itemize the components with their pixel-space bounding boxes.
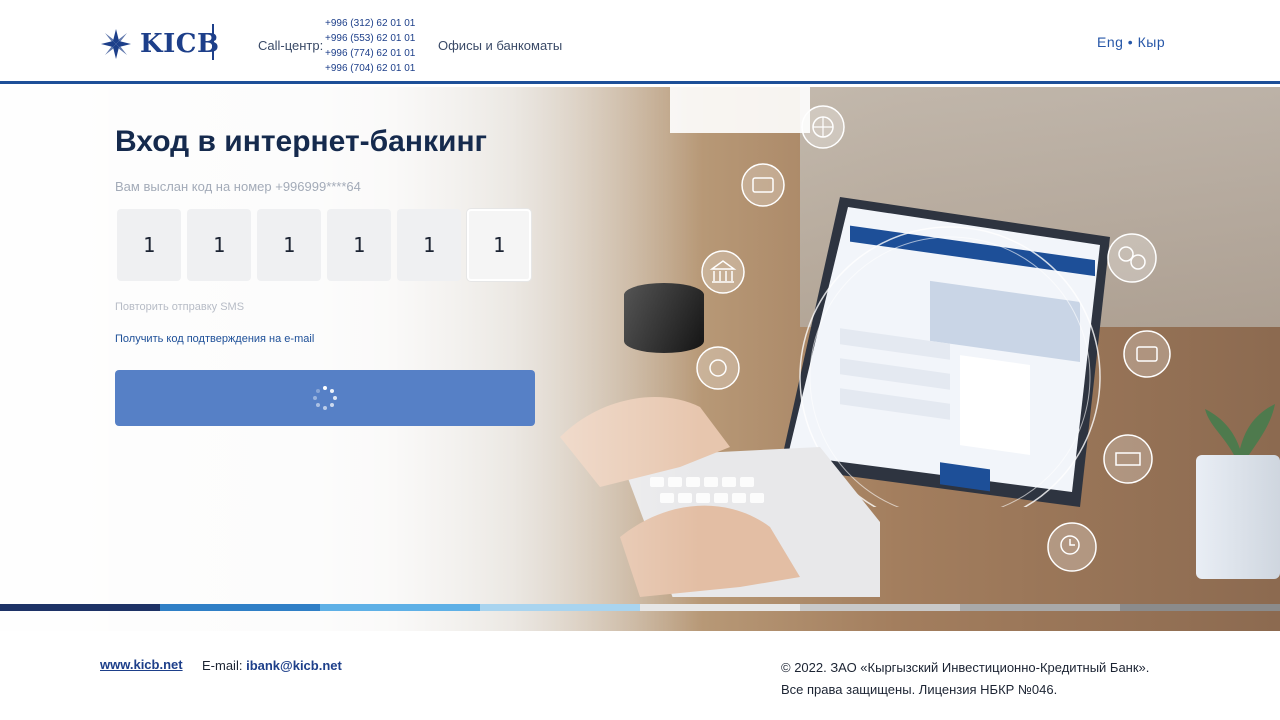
hero-banner: Вход в интернет-банкинг Вам выслан код н… [0,87,1280,631]
check-icon [1103,434,1153,484]
phone-list: +996 (312) 62 01 01 +996 (553) 62 01 01 … [325,16,415,76]
copyright-line: © 2022. ЗАО «Кыргызский Инвестиционно-Кр… [781,660,1150,675]
copyright: © 2022. ЗАО «Кыргызский Инвестиционно-Кр… [781,657,1149,701]
lang-eng[interactable]: Eng [1097,34,1123,50]
bank-icon [701,250,745,294]
footer-email: E-mail: ibank@kicb.net [202,658,342,673]
copyright-line: Все права защищены. Лицензия НБКР №046. [781,682,1058,697]
hero-fade-overlay [0,87,700,631]
logo-text: KICB [140,29,220,59]
otp-code-inputs: 1 1 1 1 1 1 [117,209,531,281]
page-title: Вход в интернет-банкинг [115,125,488,158]
phone-number[interactable]: +996 (704) 62 01 01 [325,61,415,76]
submit-button[interactable] [115,370,535,426]
clock-money-icon [1047,522,1097,572]
otp-digit-input[interactable]: 1 [467,209,531,281]
phone-number[interactable]: +996 (774) 62 01 01 [325,46,415,61]
cards-icon [741,163,785,207]
footer: www.kicb.net E-mail: ibank@kicb.net © 20… [0,631,1280,720]
kicb-logo-icon [101,29,131,59]
brand-color-stripe [0,604,1280,611]
email-link[interactable]: ibank@kicb.net [246,658,342,673]
plant-pot-image [1196,455,1280,579]
logo-divider [212,24,214,60]
currency-exchange-icon [1107,233,1157,283]
callcenter-label: Call-центр: [258,38,324,53]
otp-digit-input[interactable]: 1 [117,209,181,281]
lang-separator: • [1123,34,1138,50]
offices-atms-link[interactable]: Офисы и банкоматы [438,38,562,53]
email-label: E-mail: [202,658,243,673]
resend-sms-link: Повторить отправку SMS [115,301,245,313]
code-sent-notice: Вам выслан код на номер +996999****64 [115,179,361,194]
otp-digit-input[interactable]: 1 [187,209,251,281]
globe-icon [801,105,845,149]
phone-number[interactable]: +996 (312) 62 01 01 [325,16,415,31]
website-link[interactable]: www.kicb.net [100,657,183,672]
otp-digit-input[interactable]: 1 [327,209,391,281]
language-switcher: Eng • Кыр [1097,34,1165,50]
lang-kyr[interactable]: Кыр [1138,34,1166,50]
money-icon [696,346,740,390]
otp-digit-input[interactable]: 1 [397,209,461,281]
otp-digit-input[interactable]: 1 [257,209,321,281]
header: KICB Call-центр: +996 (312) 62 01 01 +99… [0,0,1280,84]
email-code-link[interactable]: Получить код подтверждения на e-mail [115,333,314,345]
phone-number[interactable]: +996 (553) 62 01 01 [325,31,415,46]
spinner-icon [313,386,337,410]
payment-icon [1123,330,1171,378]
logo[interactable]: KICB [100,28,219,60]
